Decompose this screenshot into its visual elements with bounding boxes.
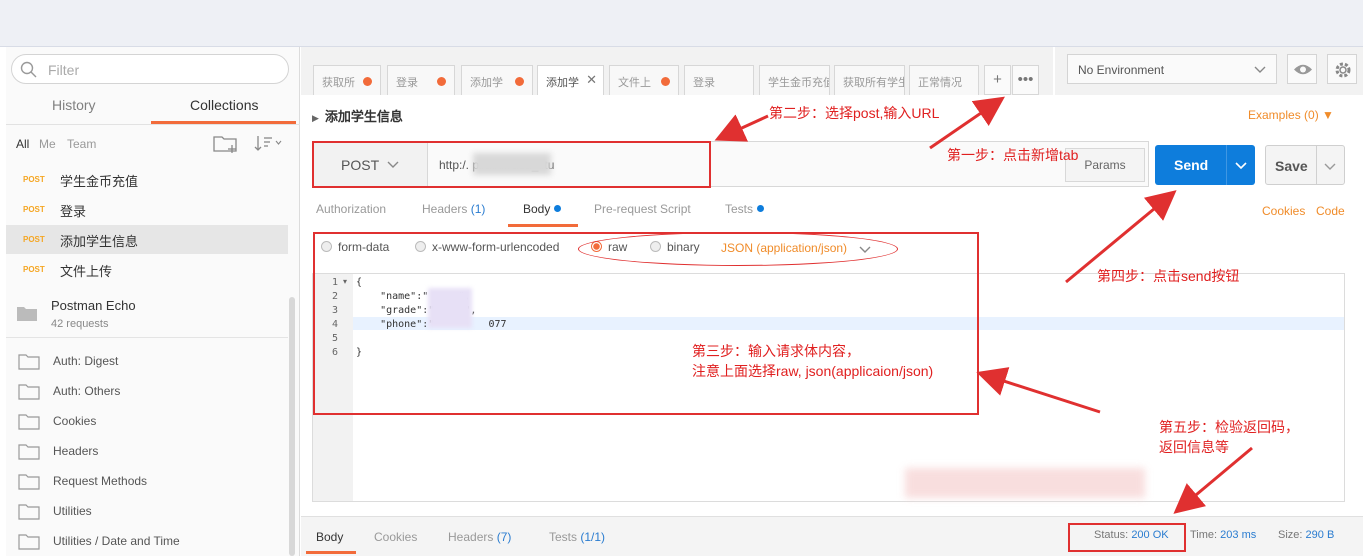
annotation-step2: 第二步：选择post,输入URL xyxy=(769,105,940,121)
annotation-step3-line1: 第三步：输入请求体内容， xyxy=(692,343,860,359)
annotation-step1: 第一步：点击新增tab xyxy=(947,147,1079,163)
arrow-step3 xyxy=(976,367,1101,414)
annotation-step5-line1: 第五步：检验返回码， xyxy=(1159,419,1299,435)
arrow-step1 xyxy=(929,96,1005,150)
arrow-step5 xyxy=(1173,446,1253,514)
annotation-step3-line2: 注意上面选择raw, json(applicaion/json) xyxy=(692,363,934,379)
annotation-step4: 第四步：点击send按钮 xyxy=(1097,268,1240,284)
arrow-step2 xyxy=(714,114,769,142)
annotation-step5-line2: 返回信息等 xyxy=(1159,439,1229,455)
